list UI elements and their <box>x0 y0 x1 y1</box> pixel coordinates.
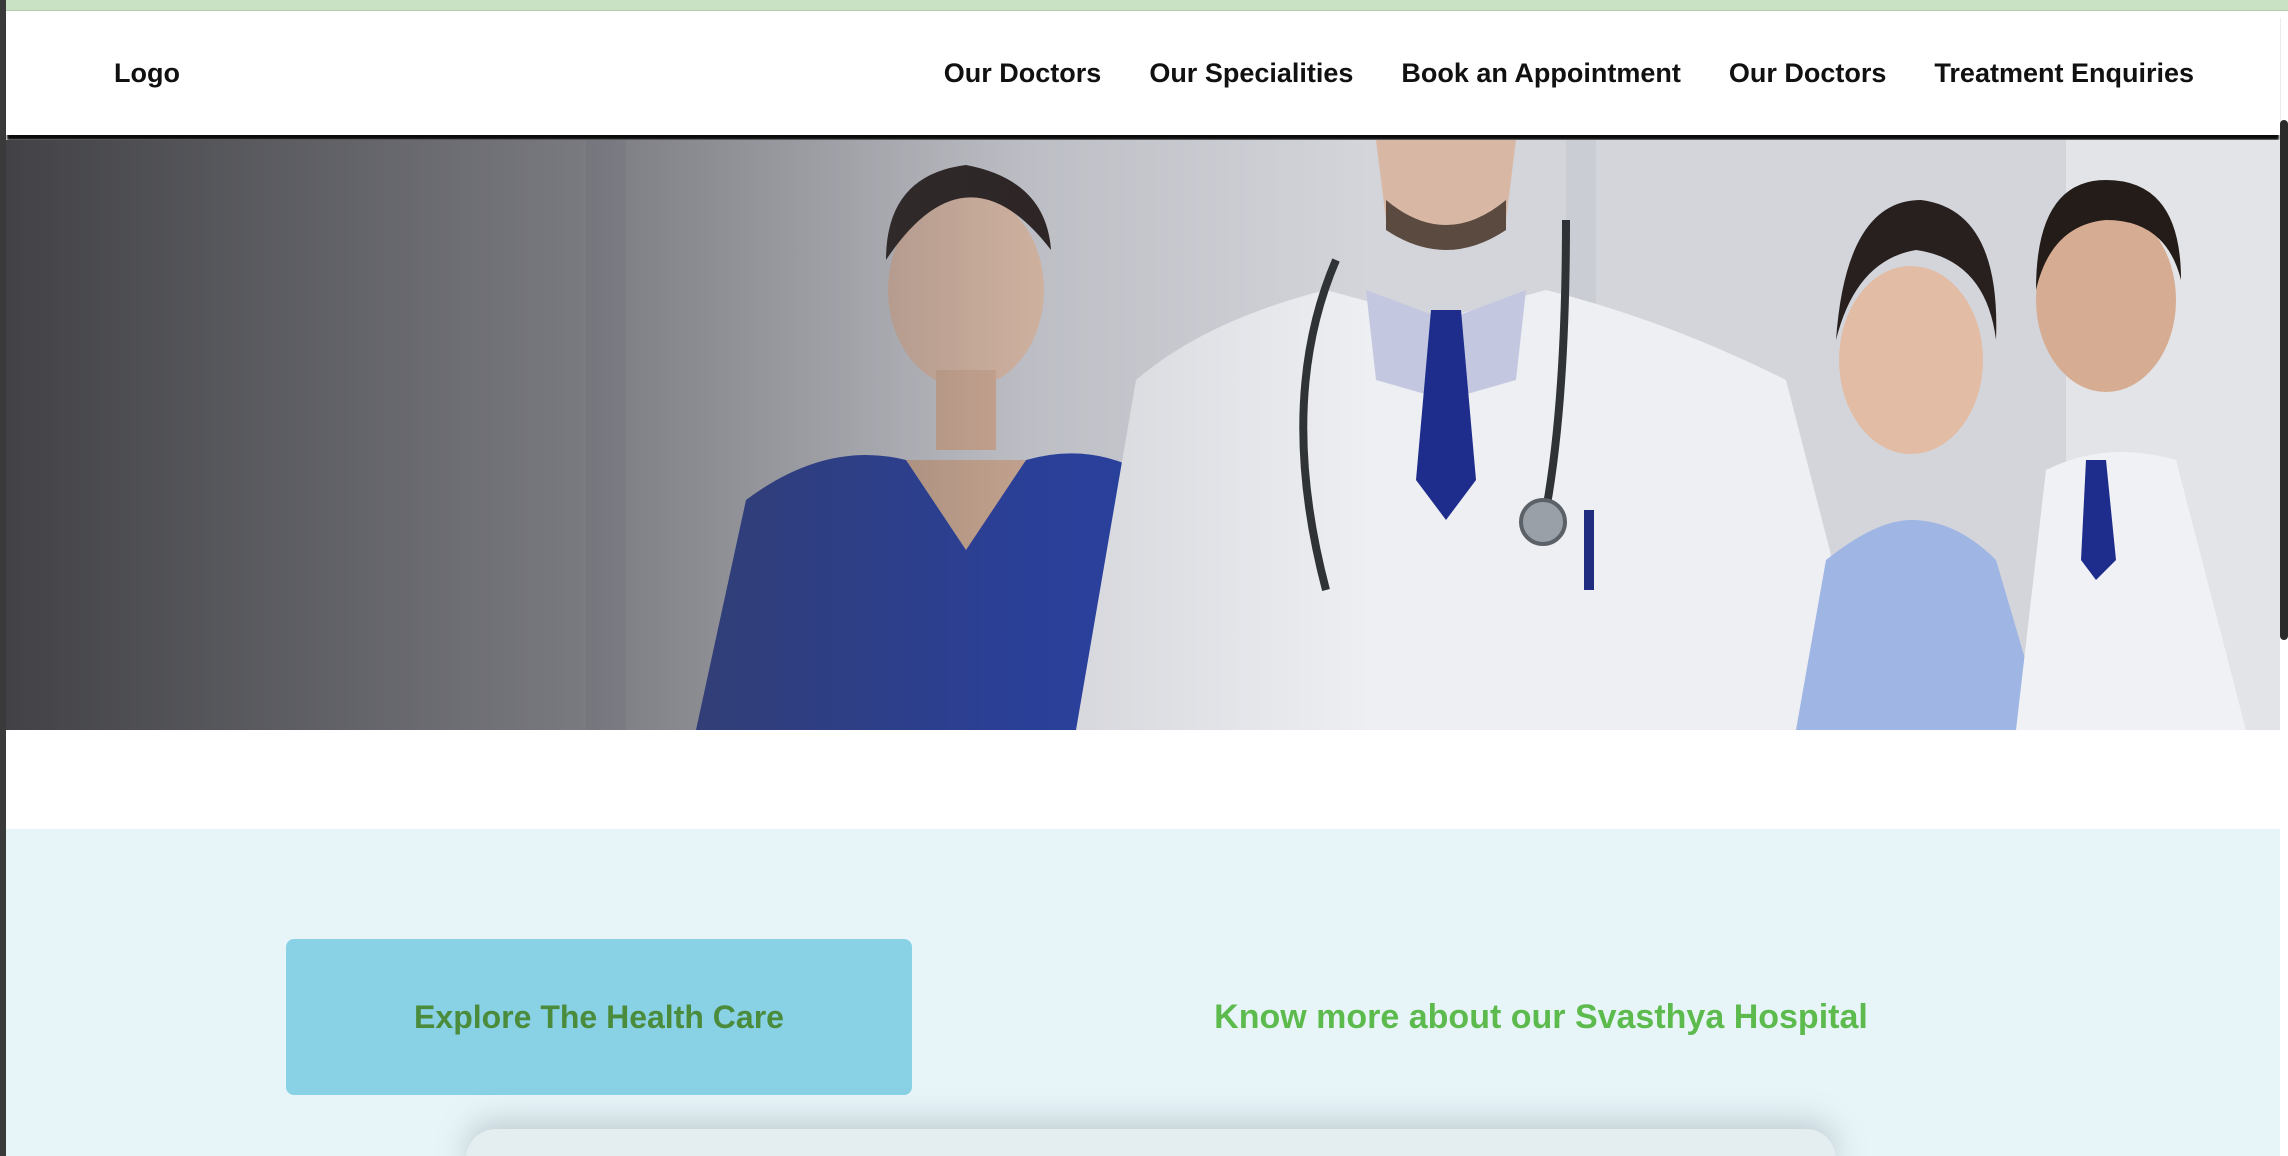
know-more-heading: Know more about our Svasthya Hospital <box>1214 997 1868 1036</box>
nav-treatment-enquiries[interactable]: Treatment Enquiries <box>1934 58 2194 89</box>
nav-our-specialities[interactable]: Our Specialities <box>1149 58 1353 89</box>
info-section: Explore The Health Care Know more about … <box>6 829 2280 1156</box>
nav-our-doctors[interactable]: Our Doctors <box>944 58 1102 89</box>
nav-book-appointment[interactable]: Book an Appointment <box>1401 58 1680 89</box>
site-header: Logo Our Doctors Our Specialities Book a… <box>6 11 2280 135</box>
explore-health-care-button[interactable]: Explore The Health Care <box>286 939 912 1095</box>
hero-banner <box>6 140 2280 730</box>
content-card-top <box>466 1129 1836 1156</box>
main-navigation: Our Doctors Our Specialities Book an App… <box>944 11 2194 135</box>
hero-dark-overlay <box>6 140 2280 730</box>
nav-our-doctors-2[interactable]: Our Doctors <box>1729 58 1887 89</box>
page-scrollbar[interactable] <box>2280 120 2288 640</box>
site-logo[interactable]: Logo <box>114 11 180 135</box>
browser-viewport: Logo Our Doctors Our Specialities Book a… <box>0 0 2288 1156</box>
top-accent-strip <box>6 0 2288 11</box>
